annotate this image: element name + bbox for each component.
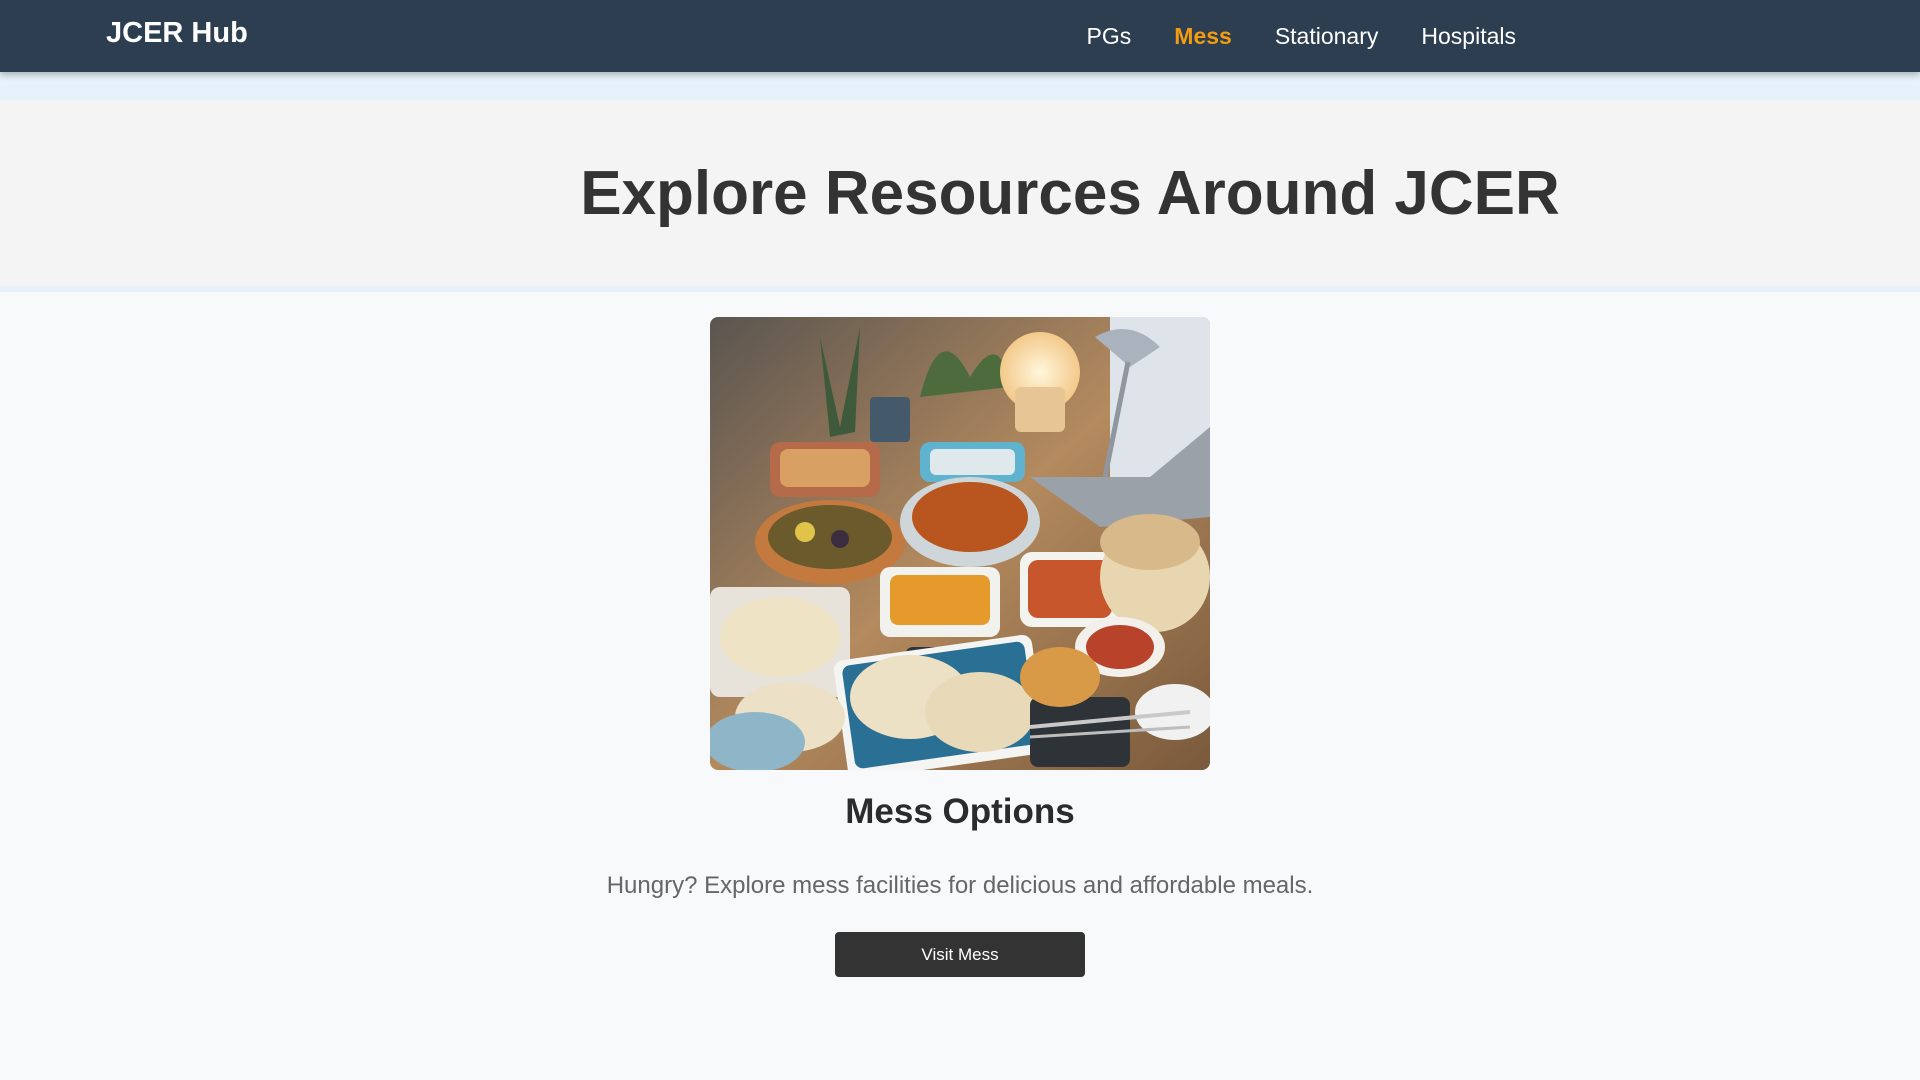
header-divider-strip	[0, 72, 1920, 100]
mess-card: Mess Options Hungry? Explore mess facili…	[0, 292, 1920, 1080]
food-table-photo	[710, 317, 1210, 770]
nav-link-stationary[interactable]: Stationary	[1275, 23, 1379, 50]
visit-mess-button[interactable]: Visit Mess	[835, 932, 1085, 977]
navbar: JCER Hub PGs Mess Stationary Hospitals	[0, 0, 1920, 72]
page-title: Explore Resources Around JCER	[580, 159, 1560, 228]
hero-section: Explore Resources Around JCER	[0, 100, 1920, 292]
card-title: Mess Options	[845, 792, 1075, 831]
brand-logo[interactable]: JCER Hub	[106, 17, 248, 50]
nav-link-hospitals[interactable]: Hospitals	[1421, 23, 1516, 50]
nav-link-mess[interactable]: Mess	[1174, 23, 1232, 50]
nav-link-pgs[interactable]: PGs	[1087, 23, 1132, 50]
nav-links: PGs Mess Stationary Hospitals	[1087, 0, 1516, 72]
card-description: Hungry? Explore mess facilities for deli…	[606, 872, 1314, 899]
